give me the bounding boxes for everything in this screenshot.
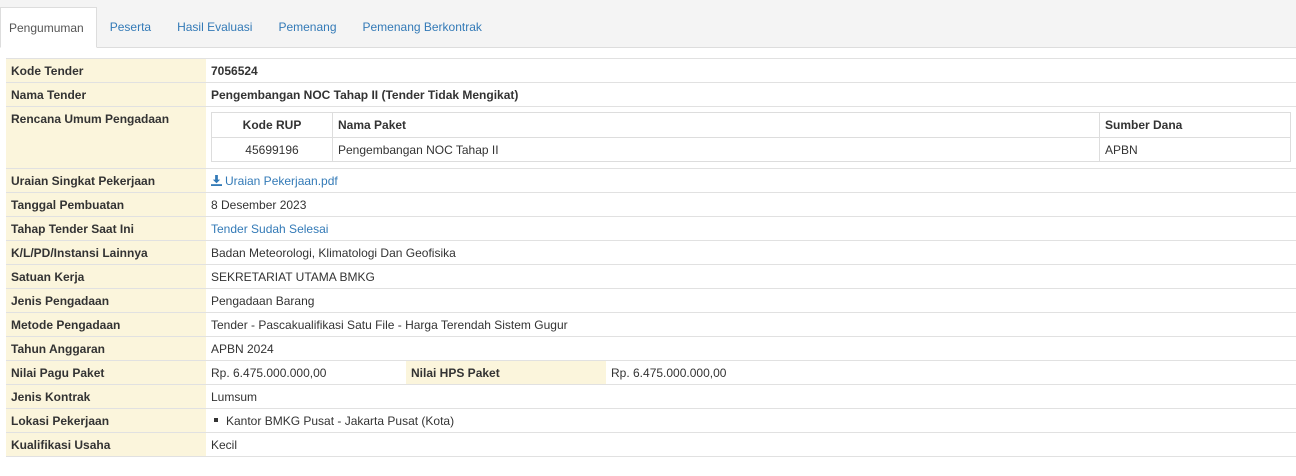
row-uraian: Uraian Singkat Pekerjaan Uraian Pekerjaa… — [6, 168, 1296, 193]
kualifikasi-label: Kualifikasi Usaha — [6, 432, 206, 457]
lokasi-cell: Kantor BMKG Pusat - Jakarta Pusat (Kota) — [206, 408, 1296, 433]
rup-table: Kode RUP Nama Paket Sumber Dana 45699196… — [211, 112, 1291, 162]
hps-value: Rp. 6.475.000.000,00 — [606, 360, 1296, 385]
rup-sumber-value: APBN — [1099, 137, 1291, 162]
row-satker: Satuan Kerja SEKRETARIAT UTAMA BMKG — [6, 264, 1296, 289]
row-kode-tender: Kode Tender 7056524 — [6, 58, 1296, 83]
lokasi-label: Lokasi Pekerjaan — [6, 408, 206, 433]
metode-label: Metode Pengadaan — [6, 312, 206, 337]
rup-header-sumber: Sumber Dana — [1099, 112, 1291, 138]
tahun-label: Tahun Anggaran — [6, 336, 206, 361]
rup-header-nama: Nama Paket — [332, 112, 1100, 138]
uraian-download-link[interactable]: Uraian Pekerjaan.pdf — [211, 174, 338, 188]
tahap-label: Tahap Tender Saat Ini — [6, 216, 206, 241]
kualifikasi-value: Kecil — [206, 432, 1296, 457]
lokasi-value: Kantor BMKG Pusat - Jakarta Pusat (Kota) — [226, 413, 455, 428]
row-kualifikasi: Kualifikasi Usaha Kecil — [6, 432, 1296, 457]
tab-list: Pengumuman Peserta Hasil Evaluasi Pemena… — [0, 7, 495, 48]
row-nama-tender: Nama Tender Pengembangan NOC Tahap II (T… — [6, 82, 1296, 107]
kontrak-value: Lumsum — [206, 384, 1296, 409]
row-instansi: K/L/PD/Instansi Lainnya Badan Meteorolog… — [6, 240, 1296, 265]
satker-label: Satuan Kerja — [6, 264, 206, 289]
download-icon — [211, 174, 222, 186]
uraian-label: Uraian Singkat Pekerjaan — [6, 168, 206, 193]
uraian-link-text: Uraian Pekerjaan.pdf — [225, 173, 338, 188]
tab-pengumuman[interactable]: Pengumuman — [0, 7, 97, 48]
row-tanggal: Tanggal Pembuatan 8 Desember 2023 — [6, 192, 1296, 217]
tahun-value: APBN 2024 — [206, 336, 1296, 361]
rup-nama-value: Pengembangan NOC Tahap II — [332, 137, 1100, 162]
nama-tender-label: Nama Tender — [6, 82, 206, 107]
instansi-label: K/L/PD/Instansi Lainnya — [6, 240, 206, 265]
row-tahun: Tahun Anggaran APBN 2024 — [6, 336, 1296, 361]
hps-label: Nilai HPS Paket — [406, 360, 606, 385]
row-jenis-pengadaan: Jenis Pengadaan Pengadaan Barang — [6, 288, 1296, 313]
tab-bar: Pengumuman Peserta Hasil Evaluasi Pemena… — [0, 0, 1296, 48]
tab-pemenang-berkontrak[interactable]: Pemenang Berkontrak — [350, 7, 495, 47]
kode-tender-value: 7056524 — [206, 58, 1296, 83]
jenis-pengadaan-label: Jenis Pengadaan — [6, 288, 206, 313]
bullet-icon — [214, 418, 218, 423]
row-nilai: Nilai Pagu Paket Rp. 6.475.000.000,00 Ni… — [6, 360, 1296, 385]
nama-tender-value: Pengembangan NOC Tahap II (Tender Tidak … — [206, 82, 1296, 107]
row-lokasi: Lokasi Pekerjaan Kantor BMKG Pusat - Jak… — [6, 408, 1296, 433]
pagu-label: Nilai Pagu Paket — [6, 360, 206, 385]
tahap-link[interactable]: Tender Sudah Selesai — [211, 222, 328, 236]
pagu-value: Rp. 6.475.000.000,00 — [206, 360, 406, 385]
instansi-value: Badan Meteorologi, Klimatologi Dan Geofi… — [206, 240, 1296, 265]
kode-tender-label: Kode Tender — [6, 58, 206, 83]
uraian-cell: Uraian Pekerjaan.pdf — [206, 168, 1296, 193]
metode-value: Tender - Pascakualifikasi Satu File - Ha… — [206, 312, 1296, 337]
rup-cell: Kode RUP Nama Paket Sumber Dana 45699196… — [206, 106, 1296, 169]
tab-peserta[interactable]: Peserta — [97, 7, 164, 47]
kontrak-label: Jenis Kontrak — [6, 384, 206, 409]
row-rup: Rencana Umum Pengadaan Kode RUP Nama Pak… — [6, 106, 1296, 169]
tender-detail-table: Kode Tender 7056524 Nama Tender Pengemba… — [6, 58, 1296, 457]
row-tahap: Tahap Tender Saat Ini Tender Sudah Seles… — [6, 216, 1296, 241]
table-row: 45699196 Pengembangan NOC Tahap II APBN — [211, 137, 1291, 162]
rup-header-row: Kode RUP Nama Paket Sumber Dana — [211, 112, 1291, 138]
tanggal-label: Tanggal Pembuatan — [6, 192, 206, 217]
rup-label: Rencana Umum Pengadaan — [6, 106, 206, 169]
tab-hasil-evaluasi[interactable]: Hasil Evaluasi — [164, 7, 265, 47]
rup-kode-value: 45699196 — [211, 137, 333, 162]
rup-header-kode: Kode RUP — [211, 112, 333, 138]
satker-value: SEKRETARIAT UTAMA BMKG — [206, 264, 1296, 289]
tahap-cell: Tender Sudah Selesai — [206, 216, 1296, 241]
jenis-pengadaan-value: Pengadaan Barang — [206, 288, 1296, 313]
row-metode: Metode Pengadaan Tender - Pascakualifika… — [6, 312, 1296, 337]
row-kontrak: Jenis Kontrak Lumsum — [6, 384, 1296, 409]
tab-pemenang[interactable]: Pemenang — [265, 7, 349, 47]
tanggal-value: 8 Desember 2023 — [206, 192, 1296, 217]
